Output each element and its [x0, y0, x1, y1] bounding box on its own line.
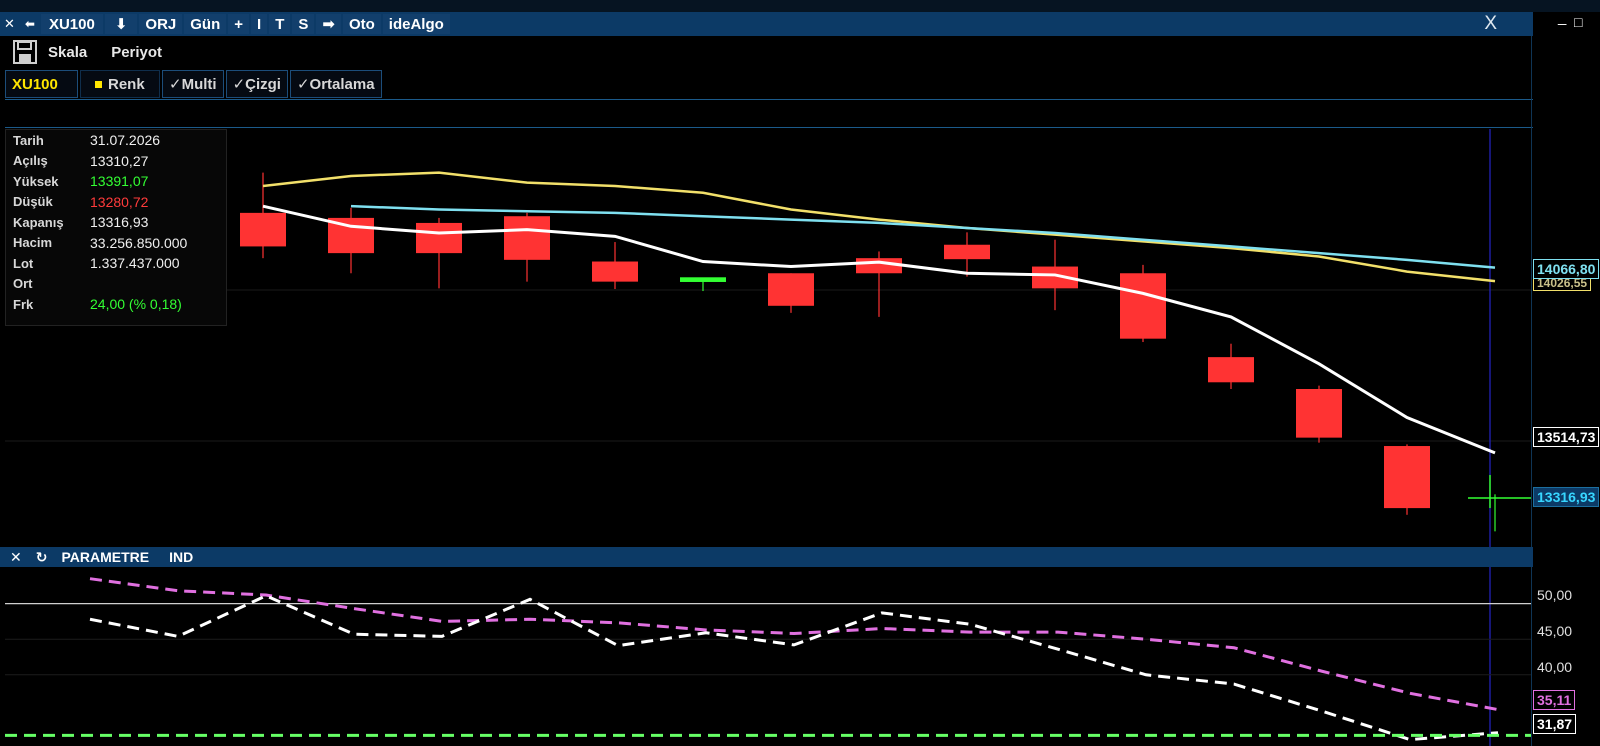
candle-body: [1384, 446, 1430, 509]
info-row: Hacim 33.256.850.000: [6, 233, 226, 254]
info-row: Tarih 31.07.2026: [6, 130, 226, 151]
price-label-last: 13316,93: [1533, 487, 1600, 507]
candle-body: [416, 222, 462, 254]
candle-body: [944, 244, 990, 260]
info-key: Frk: [13, 296, 34, 312]
indicator-line-white: [89, 594, 1499, 742]
info-value: 24,00 (% 0,18): [90, 296, 182, 313]
info-key: Ort: [13, 276, 33, 292]
price-label-ma-white: 13514,73: [1533, 427, 1600, 447]
price-chart[interactable]: [0, 0, 1600, 746]
panel-refresh-icon[interactable]: ↻: [36, 549, 48, 566]
info-row: Düşük 13280,72: [6, 192, 226, 213]
ind-scale-45: 45,00: [1537, 623, 1573, 639]
info-value: 33.256.850.000: [90, 234, 188, 251]
info-value: 13316,93: [90, 214, 149, 231]
info-value: 13391,07: [90, 173, 149, 190]
info-row: Frk 24,00 (% 0,18): [6, 294, 226, 315]
price-label-last-text: 13316,93: [1537, 489, 1596, 505]
candle-body: [504, 216, 550, 260]
info-key: Hacim: [13, 235, 53, 251]
ind-label-pink: 35,11: [1533, 690, 1576, 710]
info-key: Tarih: [13, 132, 44, 148]
candle-body: [240, 212, 286, 247]
indicator-panel-bar: ✕ ↻ PARAMETRE IND: [0, 547, 1533, 567]
info-value: 13310,27: [90, 152, 149, 169]
candle-body: [592, 261, 638, 282]
info-row: Lot 1.337.437.000: [6, 253, 226, 274]
info-value: 13280,72: [90, 193, 149, 210]
info-row: Ort: [6, 274, 226, 295]
info-value: 31.07.2026: [90, 132, 161, 149]
candle-body: [1120, 273, 1166, 339]
info-row: Yüksek 13391,07: [6, 171, 226, 192]
info-key: Düşük: [13, 194, 53, 210]
panel-ind-button[interactable]: IND: [169, 549, 193, 565]
ind-label-white-text: 31,87: [1537, 716, 1573, 732]
candle-body: [680, 277, 726, 282]
ind-label-pink-text: 35,11: [1537, 692, 1572, 708]
price-label-ma-cyan: 14066,80: [1533, 259, 1600, 279]
info-row: Açılış 13310,27: [6, 151, 226, 172]
price-label-ma-white-text: 13514,73: [1537, 429, 1596, 445]
candle-body: [768, 273, 814, 306]
panel-close-icon[interactable]: ✕: [10, 549, 22, 566]
panel-parameter-button[interactable]: PARAMETRE: [61, 549, 149, 565]
info-value: 1.337.437.000: [90, 255, 180, 272]
ind-scale-50: 50,00: [1537, 587, 1573, 603]
info-key: Yüksek: [13, 173, 59, 189]
ind-scale-40: 40,00: [1537, 659, 1573, 675]
price-label-ma-cyan-text: 14066,80: [1537, 261, 1596, 277]
info-key: Lot: [13, 255, 34, 271]
info-key: Kapanış: [13, 214, 64, 230]
candle-body: [1296, 389, 1342, 438]
info-row: Kapanış 13316,93: [6, 212, 226, 233]
candle-body: [1208, 357, 1254, 383]
ind-label-white: 31,87: [1533, 714, 1577, 734]
info-key: Açılış: [13, 153, 48, 169]
ohlc-info-panel: Tarih 31.07.2026 Açılış 13310,27 Yüksek 13391…: [5, 129, 227, 326]
